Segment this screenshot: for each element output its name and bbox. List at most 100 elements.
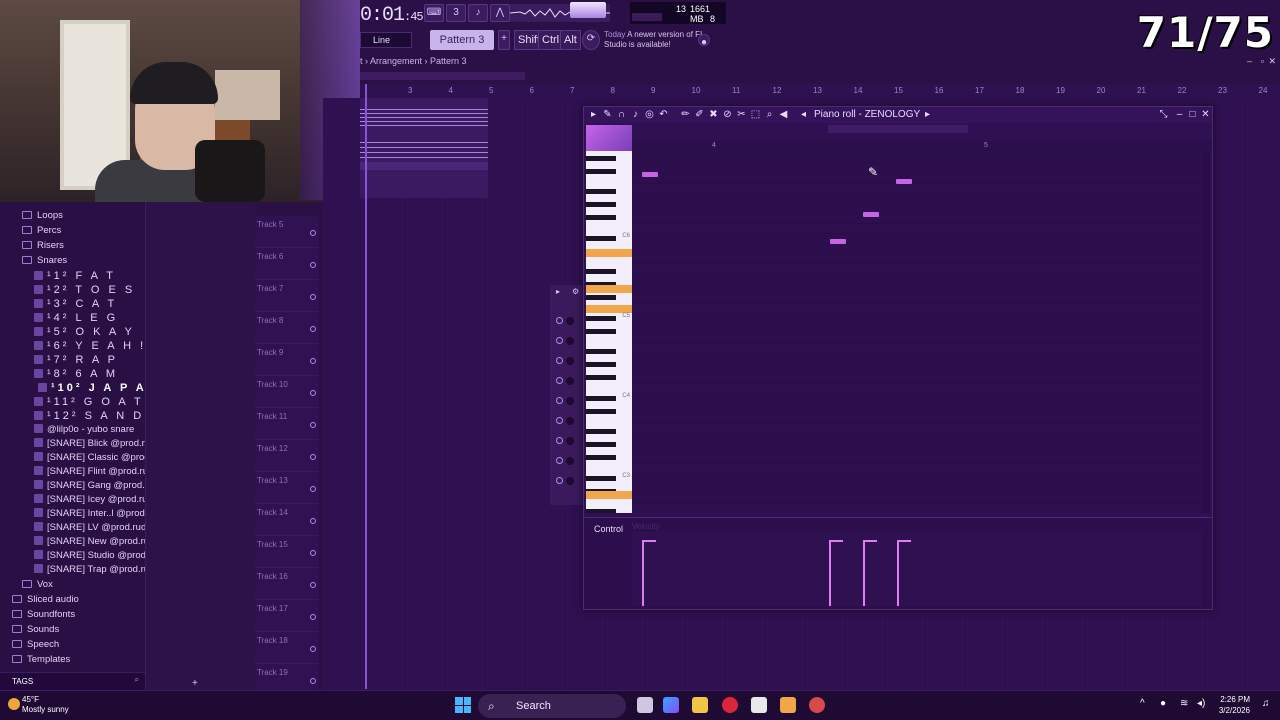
black-key[interactable]: [586, 315, 616, 321]
playlist-minimize-icon[interactable]: –: [1247, 56, 1252, 66]
rack-arrow-icon[interactable]: ▸: [556, 287, 560, 296]
track-led-icon[interactable]: [310, 614, 316, 620]
track-header[interactable]: Track 17: [255, 600, 319, 632]
track-led-icon[interactable]: [310, 582, 316, 588]
track-header[interactable]: Track 6: [255, 248, 319, 280]
wifi-icon[interactable]: ≋: [1180, 699, 1190, 709]
opera-icon[interactable]: [722, 697, 738, 713]
playlist-close-icon[interactable]: ✕: [1268, 56, 1276, 67]
black-key[interactable]: [586, 235, 616, 241]
black-key[interactable]: [586, 328, 616, 334]
store-icon[interactable]: [751, 697, 767, 713]
black-key[interactable]: [586, 441, 616, 447]
browser-item[interactable]: ¹7² R A P: [34, 354, 118, 368]
playlist-maximize-icon[interactable]: ▫: [1261, 56, 1264, 66]
track-led-icon[interactable]: [310, 454, 316, 460]
black-key[interactable]: [586, 428, 616, 434]
browser-item[interactable]: [SNARE] Trap @prod.rude: [34, 564, 160, 578]
news-icon[interactable]: ⟳: [582, 30, 600, 50]
note[interactable]: [830, 239, 846, 244]
title-arrow-icon[interactable]: ▸: [922, 109, 933, 120]
event-editor[interactable]: Control Velocity: [584, 517, 1212, 609]
browser-item[interactable]: Templates: [12, 654, 70, 668]
track-header[interactable]: Track 16: [255, 568, 319, 600]
track-header[interactable]: Track 5: [255, 216, 319, 248]
brush-icon[interactable]: ✐: [694, 109, 705, 120]
velocity-bar[interactable]: [642, 540, 644, 606]
browser-item[interactable]: Loops: [22, 210, 63, 224]
notification-bell-icon[interactable]: ♫: [1262, 699, 1272, 709]
black-key[interactable]: [586, 455, 616, 460]
note[interactable]: [896, 179, 912, 184]
clock[interactable]: 2:26 PM 3/2/2026: [1219, 694, 1250, 716]
track-led-icon[interactable]: [310, 646, 316, 652]
browser-tags[interactable]: TAGS ⌕: [0, 672, 145, 690]
track-header[interactable]: Track 15: [255, 536, 319, 568]
black-key[interactable]: [586, 168, 616, 174]
browser-item[interactable]: ¹12² S A N D: [34, 410, 144, 424]
track-header[interactable]: Track 13: [255, 472, 319, 504]
black-key[interactable]: [586, 395, 616, 401]
control-label[interactable]: Control: [594, 524, 623, 534]
file-explorer-icon[interactable]: [692, 697, 708, 713]
track-header[interactable]: Track 14: [255, 504, 319, 536]
add-track-icon[interactable]: +: [192, 678, 198, 689]
tools-icon[interactable]: ✎: [602, 109, 613, 120]
channel-knob[interactable]: [556, 477, 576, 487]
piano-roll-close-icon[interactable]: ✕: [1200, 109, 1211, 120]
step-edit-icon[interactable]: 3: [446, 4, 466, 22]
black-key[interactable]: [586, 361, 616, 367]
copilot-icon[interactable]: [663, 697, 679, 713]
track-led-icon[interactable]: [310, 262, 316, 268]
browser-item[interactable]: @lilp0o - yubo snare: [34, 424, 134, 438]
mute-icon[interactable]: ⊘: [722, 109, 733, 120]
track-header[interactable]: Track 8: [255, 312, 319, 344]
piano-roll-maximize-icon[interactable]: □: [1187, 109, 1198, 120]
track-led-icon[interactable]: [310, 230, 316, 236]
task-view-icon[interactable]: [637, 697, 653, 713]
browser-item[interactable]: Speech: [12, 639, 59, 653]
black-key[interactable]: [586, 268, 616, 274]
piano-roll-minimize-icon[interactable]: –: [1174, 109, 1185, 120]
browser-item[interactable]: ¹2² T O E S: [34, 284, 135, 298]
add-pattern-icon[interactable]: +: [498, 30, 510, 50]
browser-item[interactable]: [SNARE] LV @prod.rude: [34, 522, 152, 536]
browser-item[interactable]: ¹3² C A T: [34, 298, 117, 312]
zoom-icon[interactable]: ⌕: [764, 109, 775, 120]
browser-item[interactable]: [SNARE] Icey @prod.rude: [34, 494, 158, 508]
highlighted-key[interactable]: [586, 305, 632, 313]
velocity-bar[interactable]: [829, 540, 831, 606]
black-key[interactable]: [586, 188, 616, 194]
velocity-bar[interactable]: [863, 540, 865, 606]
speaker-icon[interactable]: ◂: [798, 109, 809, 120]
obs-icon[interactable]: [809, 697, 825, 713]
browser-item[interactable]: ¹1² F A T: [34, 270, 116, 284]
fl-studio-icon[interactable]: [780, 697, 796, 713]
tray-app-icon[interactable]: ●: [1160, 699, 1170, 709]
target-icon[interactable]: ◎: [644, 109, 655, 120]
highlighted-key[interactable]: [586, 285, 632, 293]
highlighted-key[interactable]: [586, 249, 632, 257]
volume-icon[interactable]: ◂): [1197, 699, 1207, 709]
playback-icon[interactable]: ◀: [778, 109, 789, 120]
snap-selector[interactable]: Line: [360, 32, 412, 48]
start-button[interactable]: [455, 697, 471, 713]
note[interactable]: [863, 212, 879, 217]
piano-roll-corner[interactable]: [586, 125, 632, 151]
tray-chevron-icon[interactable]: ^: [1140, 699, 1150, 709]
piano-roll-ruler[interactable]: 45: [632, 141, 1212, 151]
black-key[interactable]: [586, 375, 616, 380]
browser-item[interactable]: [SNARE] New @prod.rude: [34, 536, 160, 550]
track-led-icon[interactable]: [310, 358, 316, 364]
browser-item[interactable]: ¹11² G O A T: [34, 396, 144, 410]
browser-item[interactable]: Snares: [22, 255, 67, 269]
track-header[interactable]: Track 9: [255, 344, 319, 376]
delete-icon[interactable]: ✖: [708, 109, 719, 120]
velocity-lane[interactable]: [632, 532, 1202, 606]
channel-knob[interactable]: [556, 417, 576, 427]
note[interactable]: [642, 172, 658, 177]
channel-knob[interactable]: [556, 457, 576, 467]
rack-settings-icon[interactable]: ⚙: [572, 287, 579, 296]
browser-item[interactable]: ¹8² 6 A M: [34, 368, 118, 382]
track-led-icon[interactable]: [310, 518, 316, 524]
